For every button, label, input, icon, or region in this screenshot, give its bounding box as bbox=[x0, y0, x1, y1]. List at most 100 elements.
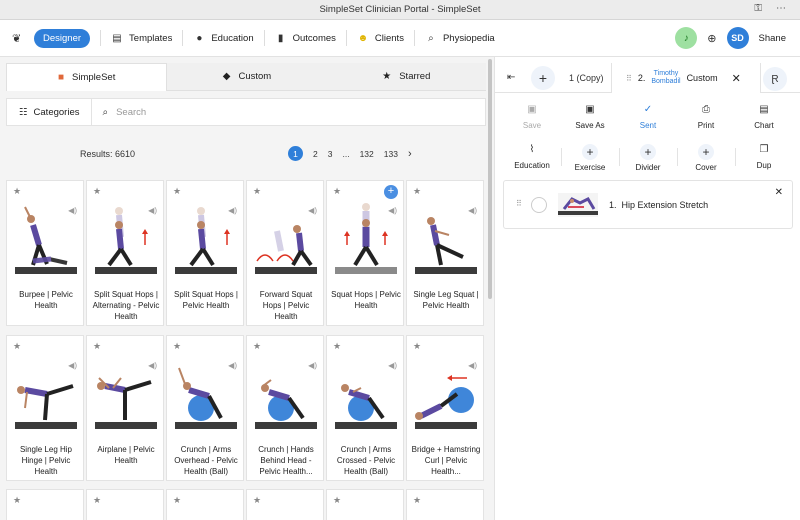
exercise-card[interactable]: ★ ◀) Bridge + Hamstring Curl | Pelvic Heal… bbox=[406, 335, 484, 481]
tool-chart-button[interactable]: ▤ Chart bbox=[735, 104, 793, 130]
star-icon[interactable]: ★ bbox=[93, 495, 101, 506]
page-1[interactable]: 1 bbox=[288, 146, 303, 161]
avatar[interactable]: SD bbox=[726, 27, 749, 49]
exercise-card[interactable]: ★ ◀) Forward Squat Hops | Pelvic Health bbox=[246, 180, 324, 326]
star-icon[interactable]: ★ bbox=[173, 495, 181, 506]
more-icon[interactable]: ⋯ bbox=[776, 3, 786, 14]
tool-print-button[interactable]: ⎙ Print bbox=[677, 104, 735, 130]
exercise-label: Single Leg Hip Hinge | Pelvic Health bbox=[19, 445, 73, 476]
tool-sent-button[interactable]: ✓ Sent bbox=[619, 104, 677, 130]
nav-education[interactable]: ● Education bbox=[193, 33, 253, 44]
designer-button[interactable]: Designer bbox=[34, 28, 91, 48]
globe-icon[interactable]: ⊕ bbox=[707, 32, 716, 45]
tab-starred[interactable]: ★ Starred bbox=[326, 63, 486, 91]
close-tab-icon[interactable]: ✕ bbox=[732, 72, 741, 85]
tool-dup-button[interactable]: ❐ Dup bbox=[735, 144, 793, 170]
select-radio[interactable] bbox=[531, 197, 547, 213]
star-icon[interactable]: ★ bbox=[173, 186, 181, 197]
nav-divider bbox=[413, 30, 415, 46]
star-icon[interactable]: ★ bbox=[13, 341, 21, 352]
exercise-card[interactable]: ★ ◀) Single Leg Squat | Pelvic Health bbox=[406, 180, 484, 326]
exercise-card[interactable]: ★ ◀) Crunch | Arms Crossed - Pelvic Health… bbox=[326, 335, 404, 481]
page-132[interactable]: 132 bbox=[360, 149, 374, 159]
exercise-card[interactable]: ★ bbox=[326, 489, 404, 520]
tool-cover-button[interactable]: + Cover bbox=[677, 144, 735, 172]
exercise-card[interactable]: ★ ◀) Split Squat Hops | Pelvic Health bbox=[166, 180, 244, 326]
tab-label: Starred bbox=[399, 71, 431, 82]
star-icon[interactable]: ★ bbox=[413, 186, 421, 197]
library-scrollbar[interactable] bbox=[486, 57, 494, 520]
tool-education-button[interactable]: ⌇ Education bbox=[503, 144, 561, 170]
exercise-label: Bridge + Hamstring Curl | Pelvic Health.… bbox=[411, 445, 481, 476]
next-page-icon[interactable]: › bbox=[408, 148, 412, 160]
remove-exercise-icon[interactable]: ✕ bbox=[775, 187, 783, 198]
add-exercise-button[interactable]: + bbox=[384, 185, 398, 199]
exercise-card[interactable]: ★ ◀) Crunch | Arms Overhead - Pelvic Healt… bbox=[166, 335, 244, 481]
star-icon[interactable]: ★ bbox=[253, 186, 261, 197]
tab-client-name[interactable]: Timothy Bombadil bbox=[651, 70, 680, 86]
exercise-card[interactable]: ★ ◀) Crunch | Hands Behind Head - Pelvic H… bbox=[246, 335, 324, 481]
clear-format-button[interactable]: Ɽ bbox=[763, 67, 787, 91]
leaf-logo-icon[interactable]: ❦ bbox=[12, 32, 32, 45]
printer-icon: ⎙ bbox=[702, 104, 710, 115]
star-icon[interactable]: ★ bbox=[93, 341, 101, 352]
tool-save-as-button[interactable]: ▣ Save As bbox=[561, 104, 619, 130]
page-3[interactable]: 3 bbox=[328, 149, 333, 159]
tool-save-button[interactable]: ▣ Save bbox=[503, 104, 561, 130]
exercise-card[interactable]: ★ ◀) Split Squat Hops | Alternating - Pelv… bbox=[86, 180, 164, 326]
tab-simpleset[interactable]: ■ SimpleSet bbox=[6, 63, 168, 91]
exercise-card[interactable]: ★ ◀) Burpee | Pelvic Health bbox=[6, 180, 84, 326]
exercise-card[interactable]: ★ + ◀) Squat Hops | Pelvic Health bbox=[326, 180, 404, 326]
tab-custom[interactable]: ◆ Custom bbox=[167, 63, 327, 91]
star-icon[interactable]: ★ bbox=[253, 495, 261, 506]
star-icon[interactable]: ★ bbox=[93, 186, 101, 197]
exercise-image bbox=[335, 384, 397, 429]
search-input[interactable]: ⌕ Search bbox=[92, 107, 146, 118]
star-icon[interactable]: ★ bbox=[253, 341, 261, 352]
exercise-card[interactable]: ★ bbox=[166, 489, 244, 520]
nav-templates[interactable]: ▤ Templates bbox=[111, 33, 172, 44]
pagination: 1 2 3 ... 132 133 › bbox=[288, 146, 412, 161]
page-133[interactable]: 133 bbox=[384, 149, 398, 159]
tab-program-active[interactable]: ⠿ 2. Timothy Bombadil Custom ✕ bbox=[611, 63, 761, 93]
exercise-card[interactable]: ★ bbox=[86, 489, 164, 520]
user-name[interactable]: Shane bbox=[759, 33, 786, 44]
exercise-card[interactable]: ★ bbox=[6, 489, 84, 520]
star-icon[interactable]: ★ bbox=[413, 495, 421, 506]
star-icon[interactable]: ★ bbox=[13, 186, 21, 197]
page-2[interactable]: 2 bbox=[313, 149, 318, 159]
exercise-card[interactable]: ★ bbox=[406, 489, 484, 520]
tab-program-copy[interactable]: 1 (Copy) bbox=[569, 73, 604, 83]
copy-icon: ❐ bbox=[759, 144, 769, 155]
library-tabs: ■ SimpleSet ◆ Custom ★ Starred bbox=[6, 63, 486, 91]
drag-handle-icon[interactable]: ⠿ bbox=[516, 199, 522, 208]
exercise-card[interactable]: ★ ◀) Airplane | Pelvic Health bbox=[86, 335, 164, 481]
add-program-button[interactable]: + bbox=[531, 65, 555, 90]
key-icon[interactable]: ⚿ bbox=[754, 3, 762, 14]
drag-handle-icon[interactable]: ⠿ bbox=[626, 74, 632, 83]
exercise-library: ■ SimpleSet ◆ Custom ★ Starred ☷ Categories … bbox=[0, 57, 494, 520]
nav-physiopedia[interactable]: ⌕ Physiopedia bbox=[425, 33, 495, 44]
bell-icon[interactable]: ♪ bbox=[675, 27, 698, 49]
star-icon[interactable]: ★ bbox=[333, 341, 341, 352]
tool-exercise-button[interactable]: + Exercise bbox=[561, 144, 619, 172]
tab-label: SimpleSet bbox=[72, 72, 116, 83]
exercise-card[interactable]: ★ ◀) Single Leg Hip Hinge | Pelvic Health bbox=[6, 335, 84, 481]
star-icon[interactable]: ★ bbox=[13, 495, 21, 506]
categories-button[interactable]: ☷ Categories bbox=[7, 99, 93, 125]
exercise-image bbox=[415, 375, 477, 429]
search-icon: ⌕ bbox=[102, 106, 109, 118]
nav-clients[interactable]: ☻ Clients bbox=[357, 33, 404, 44]
tool-divider-button[interactable]: + Divider bbox=[619, 144, 677, 172]
star-icon[interactable]: ★ bbox=[333, 495, 341, 506]
nav-outcomes[interactable]: ▮ Outcomes bbox=[275, 33, 336, 44]
star-icon[interactable]: ★ bbox=[333, 186, 341, 197]
star-icon[interactable]: ★ bbox=[173, 341, 181, 352]
exercise-image bbox=[95, 377, 157, 429]
program-exercise-row[interactable]: ⠿ 1. Hip Extension Stretch ✕ bbox=[503, 180, 793, 229]
scroll-thumb[interactable] bbox=[488, 59, 492, 299]
search-placeholder: Search bbox=[116, 106, 147, 118]
exercise-card[interactable]: ★ bbox=[246, 489, 324, 520]
star-icon[interactable]: ★ bbox=[413, 341, 421, 352]
collapse-panel-icon[interactable]: ⇤ bbox=[507, 72, 527, 83]
